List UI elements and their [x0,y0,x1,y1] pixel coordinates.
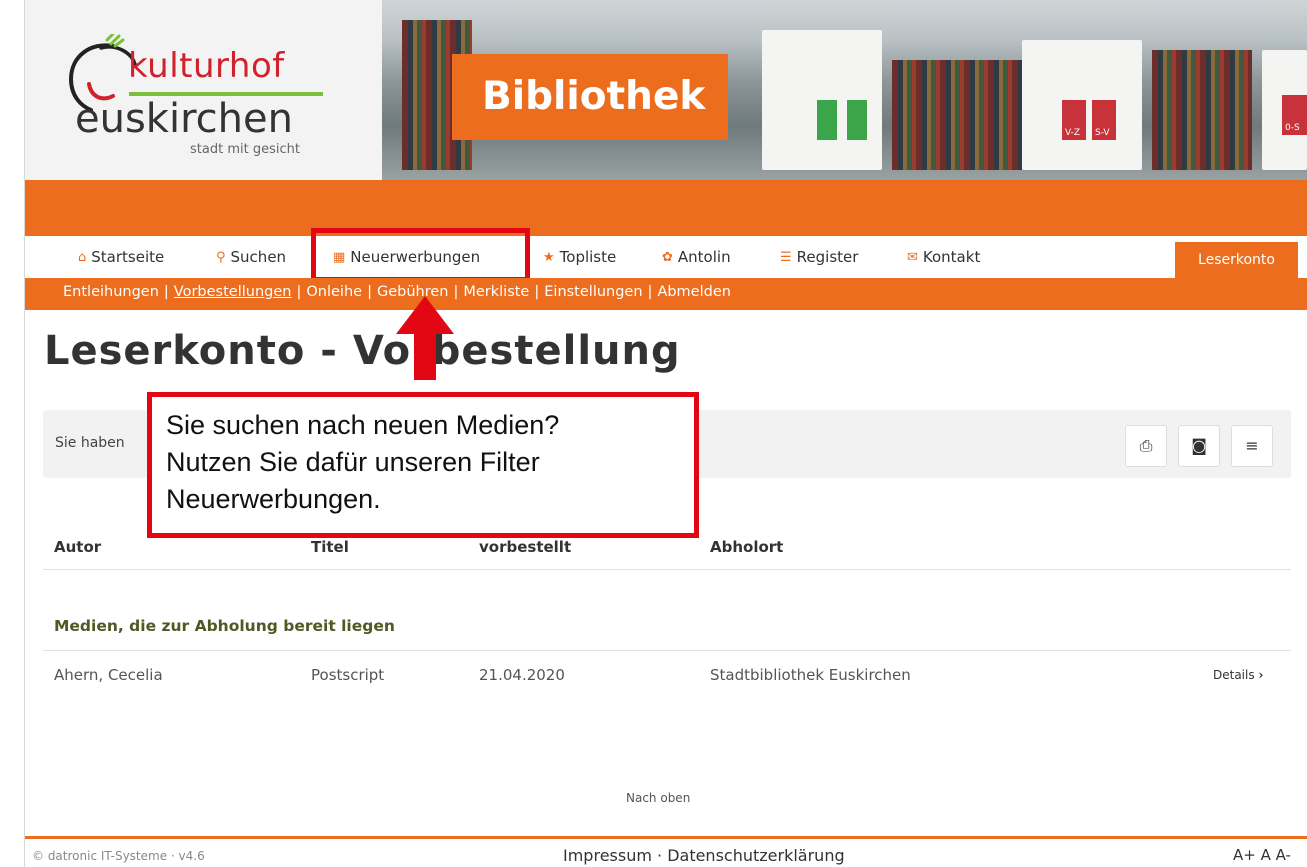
footer-copyright: © datronic IT-Systeme · v4.6 [32,849,205,863]
mail-icon: ✉ [907,249,918,265]
logo-tagline: stadt mit gesicht [190,142,300,157]
column-header-vorbestellt[interactable]: vorbestellt [479,538,571,556]
info-text: Sie haben [55,435,125,451]
nav-item-suchen[interactable]: ⚲ Suchen [216,248,286,266]
red-arrow-up-icon [396,296,454,380]
subnav-vorbestellungen[interactable]: Vorbestellungen [174,284,292,300]
orange-band [25,180,1307,236]
neuerwerbungen-highlight-box [311,228,530,282]
subnav-einstellungen[interactable]: Einstellungen [544,284,642,300]
bookshelf-image [1152,50,1252,170]
browser-page: kulturhof euskirchen stadt mit gesicht V… [0,0,1307,867]
details-label: Details [1213,668,1255,682]
cell-titel: Postscript [311,666,385,684]
nav-item-kontakt[interactable]: ✉ Kontakt [907,248,980,266]
nav-label: Antolin [677,248,731,266]
tab-leserkonto[interactable]: Leserkonto [1175,242,1298,278]
print-button[interactable]: ⎙ [1125,425,1167,467]
nav-label: Kontakt [922,248,981,266]
bookshelf-image [892,60,1022,170]
subnav-separator: | [367,284,372,300]
rss-button[interactable]: ◙ [1178,425,1220,467]
back-to-top-link[interactable]: Nach oben [626,791,690,805]
nav-item-antolin[interactable]: ✿ Antolin [662,248,731,266]
table-group-label: Medien, die zur Abholung bereit liegen [54,617,395,635]
subnav-merkliste[interactable]: Merkliste [463,284,529,300]
nav-label: Startseite [91,248,165,266]
subnav-separator: | [296,284,302,300]
chevron-right-icon: › [1258,668,1264,682]
callout-line: Nutzen Sie dafür unseren Filter [166,447,540,477]
cell-vorbestellt: 21.04.2020 [479,666,565,684]
shelf-label-green [817,100,837,140]
details-link[interactable]: Details › [1213,668,1263,682]
print-icon: ⎙ [1139,436,1153,455]
subnav-abmelden[interactable]: Abmelden [657,284,731,300]
subnav-separator: | [647,284,653,300]
menu-icon: ≡ [1245,436,1259,455]
menu-button[interactable]: ≡ [1231,425,1273,467]
logo-area[interactable]: kulturhof euskirchen stadt mit gesicht [25,0,382,180]
star-icon: ★ [543,249,555,265]
bibliothek-banner: Bibliothek [452,54,728,140]
nav-label: Topliste [559,248,617,266]
logo-text-euskirchen: euskirchen [75,96,293,142]
footer-divider [25,836,1307,839]
column-header-titel[interactable]: Titel [311,538,349,556]
nav-item-register[interactable]: ☰ Register [780,248,858,266]
shelf-tag: S-V [1095,128,1110,138]
hint-callout: Sie suchen nach neuen Medien? Nutzen Sie… [147,392,699,538]
callout-line: Sie suchen nach neuen Medien? [166,410,560,440]
subnav-onleihe[interactable]: Onleihe [306,284,362,300]
shelf-label-green [847,100,867,140]
shelf-tag: V-Z [1065,128,1081,138]
footer-links[interactable]: Impressum · Datenschutzerklärung [563,846,845,865]
page-title: Leserkonto - Vorbestellung [44,328,681,374]
cell-autor: Ahern, Cecelia [54,666,163,684]
table-divider [43,569,1291,570]
cell-abholort: Stadtbibliothek Euskirchen [710,666,911,684]
subnav-separator: | [163,284,169,300]
nav-item-topliste[interactable]: ★ Topliste [543,248,616,266]
table-divider [43,650,1291,651]
shelf-tag: 0-S [1285,123,1300,133]
column-header-abholort[interactable]: Abholort [710,538,783,556]
nav-item-startseite[interactable]: ⌂ Startseite [78,248,164,266]
column-header-autor[interactable]: Autor [54,538,101,556]
subnav-separator: | [534,284,540,300]
font-size-controls[interactable]: A+ A A- [1233,846,1291,864]
list-icon: ☰ [780,249,792,265]
search-icon: ⚲ [216,249,226,265]
home-icon: ⌂ [78,249,87,265]
logo-text-kulturhof: kulturhof [128,46,285,86]
subnav-entleihungen[interactable]: Entleihungen [63,284,159,300]
nav-label: Suchen [230,248,287,266]
rss-icon: ◙ [1191,436,1207,455]
nav-label: Register [796,248,859,266]
callout-line: Neuerwerbungen. [166,484,381,514]
antolin-icon: ✿ [662,249,673,265]
